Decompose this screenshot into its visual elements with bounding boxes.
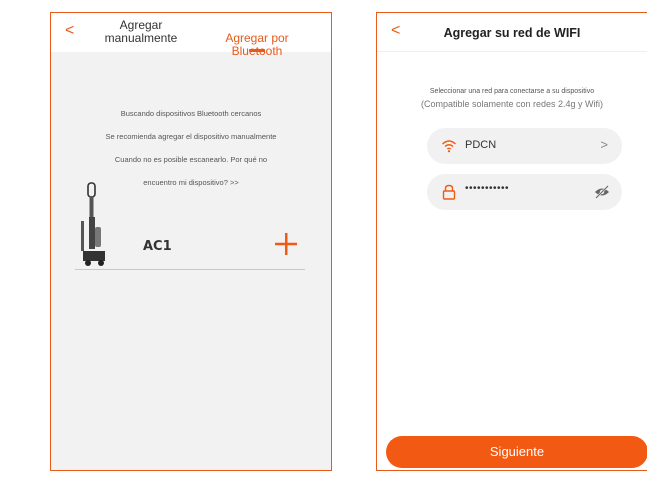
divider — [75, 269, 305, 270]
wifi-compatibility-note: (Compatible solamente con redes 2.4g y W… — [420, 99, 604, 109]
back-icon[interactable]: < — [65, 21, 74, 41]
wifi-instructions: Seleccionar una red para conectarse a su… — [429, 88, 595, 95]
active-tab-indicator — [249, 49, 265, 52]
bt-info-line: Se recomienda agregar el dispositivo man… — [105, 131, 277, 141]
device-name: AC1 — [143, 239, 172, 254]
eye-hidden-icon[interactable] — [594, 185, 610, 199]
vacuum-device-image — [81, 182, 105, 266]
wifi-network-select[interactable]: PDCN > — [427, 128, 622, 164]
bt-info-line: Buscando dispositivos Bluetooth cercanos — [120, 108, 262, 118]
chevron-right-icon: > — [600, 137, 608, 152]
wifi-ssid: PDCN — [465, 139, 497, 151]
bluetooth-add-screen: < Agregar manualmente Agregar por Blueto… — [50, 12, 332, 471]
wifi-password-field[interactable]: ••••••••••• — [427, 174, 622, 210]
tab-add-manually[interactable]: Agregar manualmente — [95, 19, 187, 45]
tab-add-bluetooth[interactable]: Agregar por Bluetooth — [219, 19, 295, 71]
next-button[interactable]: Siguiente — [386, 436, 647, 468]
device-list-item[interactable]: AC1 — [75, 181, 307, 271]
page-title: Agregar su red de WIFI — [443, 26, 581, 40]
wifi-setup-screen: < Agregar su red de WIFI Seleccionar una… — [376, 12, 647, 471]
tab-add-bluetooth-label: Agregar por Bluetooth — [225, 31, 289, 58]
bt-info-line[interactable]: Cuando no es posible escanearlo. Por qué… — [67, 154, 315, 166]
wifi-icon — [442, 140, 456, 153]
plus-icon[interactable] — [273, 231, 299, 257]
wifi-password-value: ••••••••••• — [465, 183, 510, 194]
header-divider — [377, 51, 647, 52]
lock-icon — [442, 184, 456, 200]
left-header: < Agregar manualmente Agregar por Blueto… — [51, 13, 331, 58]
